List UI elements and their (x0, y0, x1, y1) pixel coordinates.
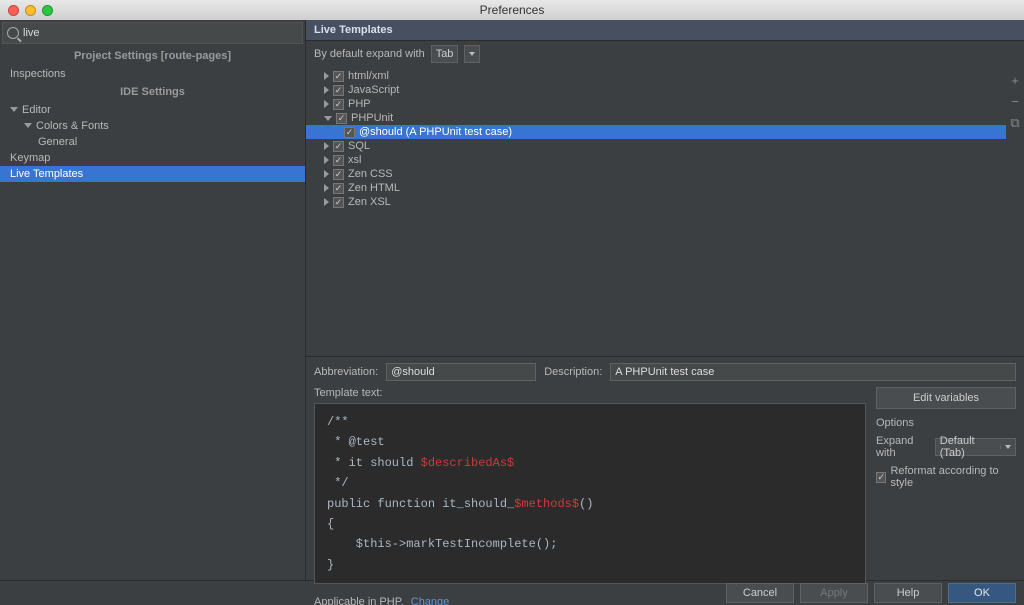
group-label: xsl (348, 154, 361, 166)
edit-variables-button[interactable]: Edit variables (876, 387, 1016, 409)
sidebar-item-live-templates[interactable]: Live Templates (0, 166, 305, 182)
template-label: @should (A PHPUnit test case) (359, 126, 512, 138)
chevron-down-icon (10, 107, 18, 112)
help-button[interactable]: Help (874, 583, 942, 603)
group-checkbox[interactable] (333, 169, 344, 180)
template-group[interactable]: Zen CSS (306, 167, 1006, 181)
expand-with-label: By default expand with (314, 48, 425, 60)
template-group[interactable]: PHPUnit (306, 111, 1006, 125)
chevron-right-icon (324, 184, 329, 192)
group-checkbox[interactable] (333, 71, 344, 82)
expand-with-combo[interactable]: Tab (431, 45, 459, 63)
group-checkbox[interactable] (333, 183, 344, 194)
cancel-button[interactable]: Cancel (726, 583, 794, 603)
group-label: PHP (348, 98, 371, 110)
sidebar-item-inspections[interactable]: Inspections (0, 66, 305, 82)
template-group[interactable]: html/xml (306, 69, 1006, 83)
ok-button[interactable]: OK (948, 583, 1016, 603)
chevron-right-icon (324, 86, 329, 94)
chevron-right-icon (324, 156, 329, 164)
group-checkbox[interactable] (333, 155, 344, 166)
change-context-link[interactable]: Change (411, 596, 450, 605)
chevron-right-icon (324, 198, 329, 206)
template-tree[interactable]: html/xml JavaScript PHP PHPUnit @should (A P… (306, 67, 1006, 356)
expand-with-dropdown[interactable] (464, 45, 480, 63)
abbrev-label: Abbreviation: (314, 366, 378, 378)
search-icon (7, 27, 19, 39)
expand-with-combo-2[interactable]: Default (Tab) (935, 438, 1016, 456)
main-panel: Live Templates By default expand with Ta… (306, 20, 1024, 580)
template-group[interactable]: JavaScript (306, 83, 1006, 97)
copy-button[interactable]: ⧉ (1010, 115, 1019, 131)
template-checkbox[interactable] (344, 127, 355, 138)
chevron-down-icon (324, 116, 332, 121)
section-project-settings: Project Settings [route-pages] (0, 46, 305, 66)
template-group[interactable]: Zen XSL (306, 195, 1006, 209)
search-input[interactable] (23, 27, 298, 39)
template-group[interactable]: Zen HTML (306, 181, 1006, 195)
group-label: SQL (348, 140, 370, 152)
sidebar-item-keymap[interactable]: Keymap (0, 150, 305, 166)
chevron-down-icon (1005, 445, 1011, 449)
options-label: Options (876, 417, 1016, 429)
sidebar-item-editor[interactable]: Editor (0, 102, 305, 118)
reformat-label: Reformat according to style (890, 465, 1016, 489)
group-checkbox[interactable] (333, 141, 344, 152)
group-label: JavaScript (348, 84, 399, 96)
add-button[interactable]: + (1011, 73, 1019, 88)
template-group[interactable]: SQL (306, 139, 1006, 153)
chevron-right-icon (324, 100, 329, 108)
sidebar-item-colors[interactable]: Colors & Fonts (0, 118, 305, 134)
group-label: Zen XSL (348, 196, 391, 208)
group-label: PHPUnit (351, 112, 393, 124)
search-box[interactable] (2, 22, 303, 44)
expand-with-label-2: Expand with (876, 435, 931, 459)
template-editor[interactable]: /** * @test * it should $describedAs$ */… (314, 403, 866, 584)
apply-button[interactable]: Apply (800, 583, 868, 603)
chevron-right-icon (324, 170, 329, 178)
window-title: Preferences (0, 3, 1024, 17)
chevron-right-icon (324, 72, 329, 80)
template-text-label: Template text: (314, 387, 866, 399)
chevron-right-icon (324, 142, 329, 150)
remove-button[interactable]: − (1011, 94, 1019, 109)
title-bar: Preferences (0, 0, 1024, 20)
template-item[interactable]: @should (A PHPUnit test case) (306, 125, 1006, 139)
desc-input[interactable] (610, 363, 1016, 381)
group-label: Zen CSS (348, 168, 393, 180)
group-label: html/xml (348, 70, 389, 82)
sidebar: Project Settings [route-pages] Inspectio… (0, 20, 306, 580)
group-checkbox[interactable] (333, 99, 344, 110)
group-checkbox[interactable] (333, 197, 344, 208)
group-checkbox[interactable] (336, 113, 347, 124)
chevron-down-icon (469, 52, 475, 56)
panel-title: Live Templates (306, 20, 1024, 41)
group-checkbox[interactable] (333, 85, 344, 96)
template-group[interactable]: PHP (306, 97, 1006, 111)
desc-label: Description: (544, 366, 602, 378)
chevron-down-icon (24, 123, 32, 128)
reformat-checkbox[interactable] (876, 472, 886, 483)
applicable-label: Applicable in PHP. (314, 596, 404, 605)
sidebar-item-general[interactable]: General (0, 134, 305, 150)
section-ide-settings: IDE Settings (0, 82, 305, 102)
group-label: Zen HTML (348, 182, 400, 194)
abbrev-input[interactable] (386, 363, 536, 381)
template-group[interactable]: xsl (306, 153, 1006, 167)
